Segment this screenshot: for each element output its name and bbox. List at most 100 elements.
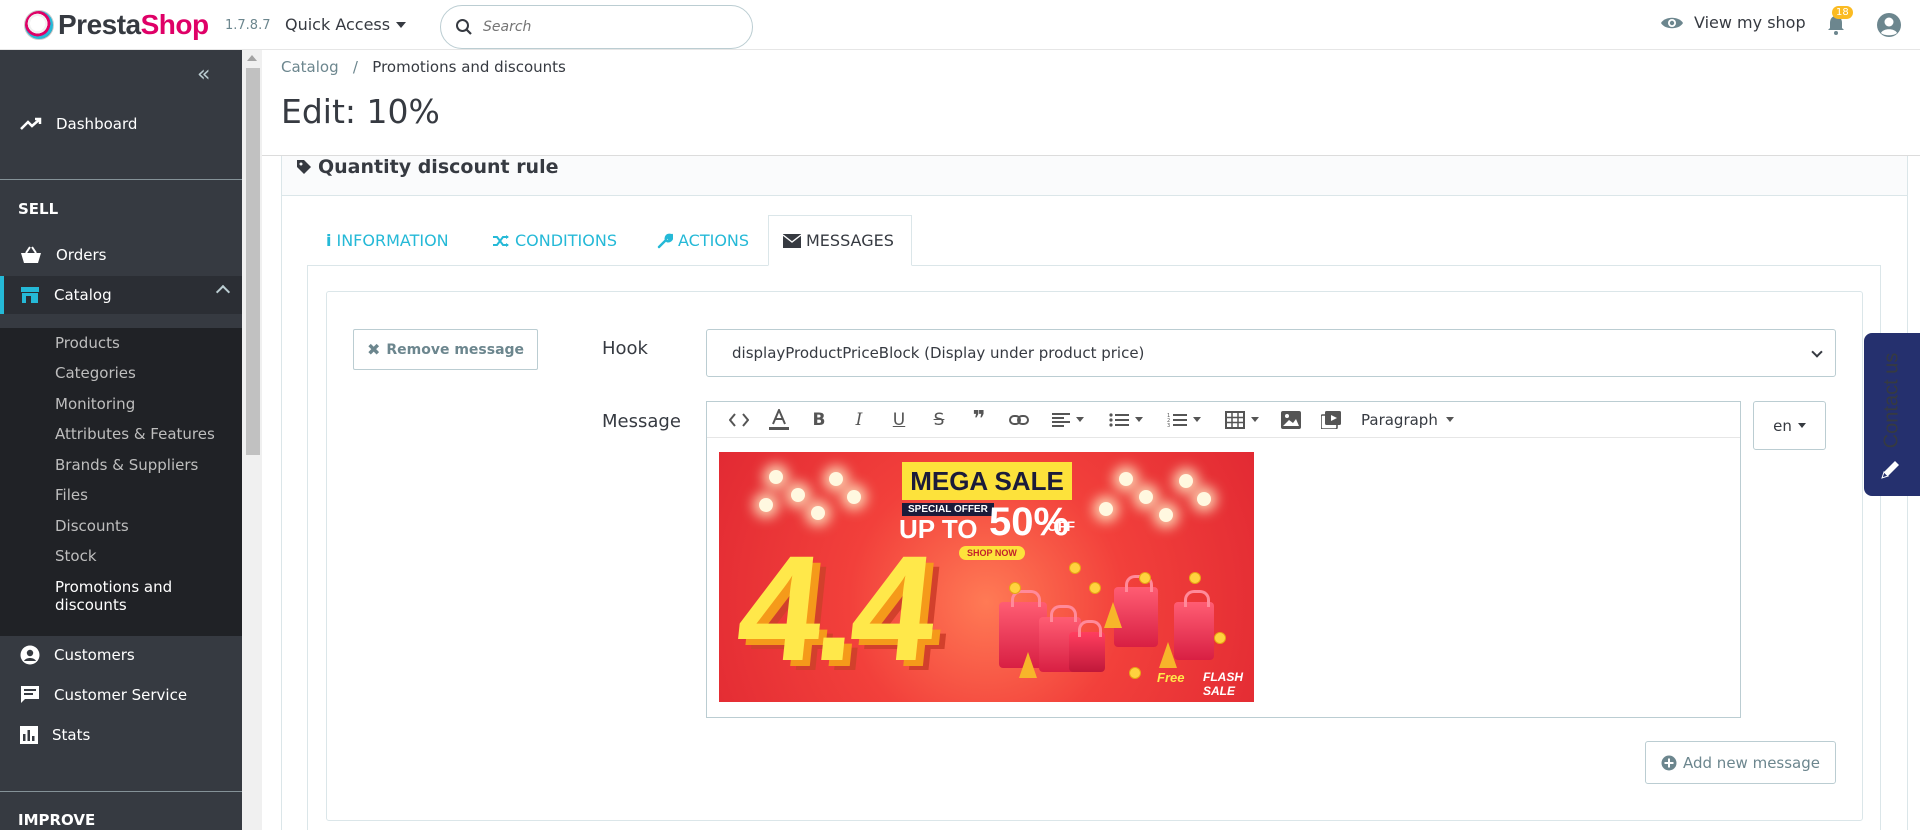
view-my-shop-label: View my shop [1694, 13, 1806, 32]
table-dropdown[interactable] [1213, 402, 1271, 438]
hook-select[interactable]: displayProductPriceBlock (Display under … [706, 329, 1836, 377]
align-left-icon [1052, 412, 1070, 427]
submenu-item-files[interactable]: Files [55, 486, 88, 504]
quick-access-label: Quick Access [285, 15, 391, 34]
card-title: Quantity discount rule [296, 156, 559, 178]
sidebar: « Dashboard SELL Orders Catalog Products… [0, 50, 242, 830]
collapse-sidebar-icon[interactable]: « [197, 62, 210, 87]
hook-select-value: displayProductPriceBlock (Display under … [732, 344, 1145, 362]
submenu-item-promotions[interactable]: Promotions and discounts [55, 578, 172, 614]
language-dropdown[interactable]: en [1753, 401, 1826, 450]
banner-flash-sale-text: FLASH SALE [1203, 670, 1243, 698]
paragraph-label: Paragraph [1361, 410, 1438, 429]
text-color-icon[interactable] [759, 402, 799, 438]
tab-actions[interactable]: ACTIONS [643, 215, 763, 266]
scrollbar-thumb[interactable] [246, 68, 260, 455]
section-title-sell: SELL [18, 200, 59, 218]
tab-information[interactable]: i INFORMATION [312, 215, 463, 266]
strikethrough-icon[interactable]: S [919, 402, 959, 438]
source-code-icon[interactable] [719, 402, 759, 438]
submenu-item-brands[interactable]: Brands & Suppliers [55, 456, 198, 474]
divider [0, 179, 242, 180]
sidebar-item-label: Customers [54, 646, 135, 664]
shopping-bag-icon [1174, 590, 1214, 660]
tab-label: CONDITIONS [515, 231, 617, 250]
search-input[interactable] [483, 19, 723, 35]
image-icon[interactable] [1271, 402, 1311, 438]
language-label: en [1773, 416, 1792, 435]
random-icon [492, 234, 510, 248]
search-box[interactable] [440, 5, 753, 49]
numbered-list-dropdown[interactable]: 123 [1155, 402, 1213, 438]
sidebar-item-stats[interactable]: Stats [0, 716, 242, 754]
tag-icon [296, 159, 312, 175]
paragraph-format-dropdown[interactable]: Paragraph [1351, 411, 1454, 429]
tab-label: ACTIONS [678, 231, 750, 250]
user-account-icon[interactable] [1876, 12, 1902, 38]
bullet-list-icon [1109, 412, 1129, 427]
italic-icon[interactable]: I [839, 402, 879, 438]
bullet-list-dropdown[interactable] [1097, 402, 1155, 438]
prestashop-logo[interactable]: PrestaShop [24, 9, 209, 41]
view-my-shop-link[interactable]: View my shop [1660, 13, 1806, 32]
contact-us-label: Contact us [1880, 352, 1903, 448]
card-title-text: Quantity discount rule [318, 156, 559, 178]
caret-down-icon [1797, 423, 1806, 428]
breadcrumb: Catalog / Promotions and discounts [281, 58, 566, 76]
bold-icon[interactable]: B [799, 402, 839, 438]
sidebar-item-dashboard[interactable]: Dashboard [0, 105, 242, 143]
tab-label: INFORMATION [336, 231, 449, 250]
banner-big-number: 4.4 [730, 524, 939, 692]
align-dropdown[interactable] [1039, 402, 1097, 438]
caret-down-icon [1076, 417, 1084, 422]
shopping-basket-icon [20, 246, 42, 264]
store-icon [20, 286, 40, 304]
notification-badge: 18 [1832, 6, 1853, 19]
sidebar-item-customer-service[interactable]: Customer Service [0, 676, 242, 714]
mega-sale-banner-image: MEGA SALE SPECIAL OFFER UP TO 50% OFF SH… [719, 452, 1254, 702]
tab-messages[interactable]: MESSAGES [768, 215, 912, 266]
sidebar-item-orders[interactable]: Orders [0, 236, 242, 274]
sidebar-item-label: Orders [56, 246, 107, 264]
banner-shop-now-text: SHOP NOW [959, 546, 1025, 560]
remove-message-button[interactable]: ✖ Remove message [353, 329, 538, 370]
remove-message-label: Remove message [386, 341, 525, 358]
submenu-item-categories[interactable]: Categories [55, 364, 136, 382]
breadcrumb-catalog-link[interactable]: Catalog [281, 58, 339, 76]
submenu-item-monitoring[interactable]: Monitoring [55, 395, 135, 413]
submenu-item-products[interactable]: Products [55, 334, 120, 352]
banner-mega-sale-text: MEGA SALE [902, 462, 1072, 500]
banner-off-text: OFF [1047, 518, 1075, 534]
submenu-item-stock[interactable]: Stock [55, 547, 97, 565]
caret-down-icon [1193, 417, 1201, 422]
submenu-item-discounts[interactable]: Discounts [55, 517, 129, 535]
tab-conditions[interactable]: CONDITIONS [478, 215, 631, 266]
sidebar-item-catalog[interactable]: Catalog [0, 276, 242, 314]
blockquote-icon[interactable]: ❞ [959, 402, 999, 438]
hook-label: Hook [602, 338, 648, 359]
quick-access-dropdown[interactable]: Quick Access [285, 15, 407, 34]
editor-toolbar: B I U S ❞ 123 Paragraph [707, 402, 1740, 438]
pencil-icon[interactable] [1880, 458, 1902, 480]
contact-us-label-wrapper[interactable]: Contact us [1872, 350, 1912, 450]
media-icon[interactable] [1311, 402, 1351, 438]
link-icon[interactable] [999, 402, 1039, 438]
caret-down-icon [1251, 417, 1259, 422]
sidebar-item-label: Dashboard [56, 115, 138, 133]
message-label: Message [602, 411, 681, 432]
underline-icon[interactable]: U [879, 402, 919, 438]
prestashop-logo-icon [24, 10, 54, 40]
sidebar-item-customers[interactable]: Customers [0, 636, 242, 674]
submenu-item-attributes[interactable]: Attributes & Features [55, 425, 215, 443]
caret-down-icon [1445, 417, 1454, 422]
add-new-message-button[interactable]: Add new message [1645, 741, 1836, 784]
breadcrumb-current: Promotions and discounts [372, 58, 566, 76]
scroll-up-arrow-icon[interactable] [247, 55, 257, 61]
table-icon [1225, 410, 1245, 429]
sidebar-item-label: Customer Service [54, 686, 188, 704]
logo-text-shop: Shop [140, 9, 210, 40]
times-icon: ✖ [366, 340, 381, 359]
info-icon: i [326, 231, 332, 250]
logo-text-presta: Presta [58, 9, 141, 40]
chevron-down-icon [1811, 346, 1823, 358]
